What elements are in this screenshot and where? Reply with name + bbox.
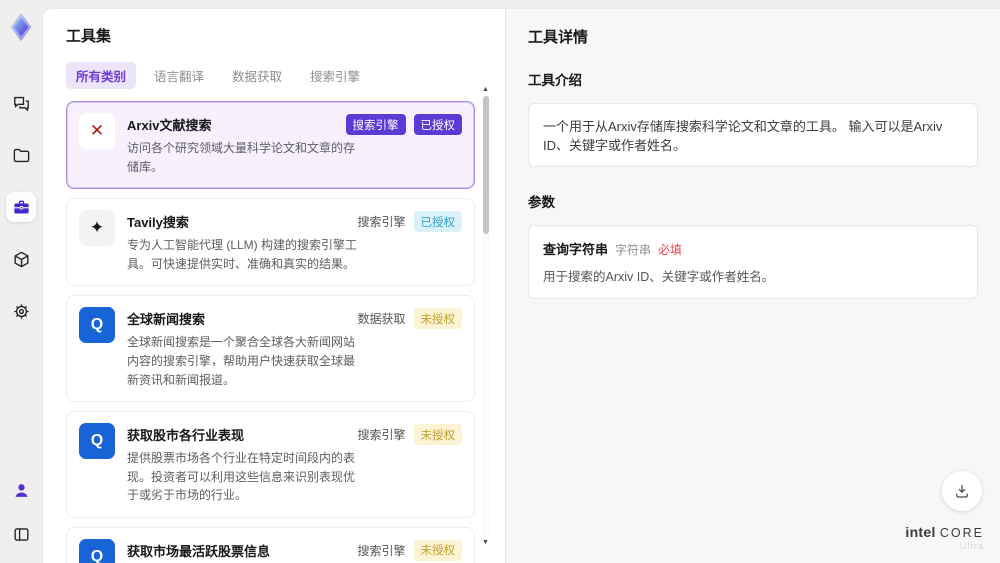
sidebar-item-settings[interactable] xyxy=(6,296,36,326)
tool-card[interactable]: 获取市场最活跃股票信息 提供当天交易量最高的股票列表，投资者可以利用这些信息来识… xyxy=(66,526,475,563)
parameter-name: 查询字符串 xyxy=(543,242,609,257)
tool-name: Arxiv文献搜索 xyxy=(127,118,212,133)
tool-status-badge: 未授权 xyxy=(413,308,462,330)
scroll-down-icon[interactable]: ▼ xyxy=(481,538,490,547)
tool-name: Tavily搜索 xyxy=(127,215,189,231)
parameter-desc: 用于搜索的Arxiv ID、关键字或作者姓名。 xyxy=(543,270,775,284)
tool-tags: 搜索引擎 已授权 xyxy=(357,211,462,233)
scrollbar-thumb[interactable] xyxy=(483,96,489,234)
left-icon-rail xyxy=(0,0,42,563)
tool-description: 访问各个研究领域大量科学论文和文章的存储库。 xyxy=(127,141,356,174)
tool-card[interactable]: 全球新闻搜索 全球新闻搜索是一个聚合全球各大新闻网站内容的搜索引擎，帮助用户快速… xyxy=(66,295,475,403)
page-title: 工具集 xyxy=(66,28,112,45)
brand-core: CORE xyxy=(939,525,984,540)
tool-description: 专为人工智能代理 (LLM) 构建的搜索引擎工具。可快速提供实时、准确和真实的结… xyxy=(127,238,358,271)
scrollbar-track[interactable] xyxy=(483,96,489,536)
brand-intel: intel xyxy=(905,523,936,540)
tool-category-label: 搜索引擎 xyxy=(345,114,406,135)
tool-description: 全球新闻搜索是一个聚合全球各大新闻网站内容的搜索引擎，帮助用户快速获取全球最新资… xyxy=(127,335,356,387)
tool-name: 获取股市各行业表现 xyxy=(127,428,245,444)
tool-status-badge: 已授权 xyxy=(413,114,462,135)
panel-toggle-icon xyxy=(13,527,29,541)
intel-core-logo: intel CORE Ultra xyxy=(905,525,984,552)
user-avatar-icon xyxy=(15,483,27,497)
tool-category-label: 数据获取 xyxy=(357,312,406,327)
toolbox-icon xyxy=(13,199,29,213)
tool-name: 全球新闻搜索 xyxy=(127,312,206,328)
tool-name: 获取市场最活跃股票信息 xyxy=(127,543,271,559)
tool-list: Arxiv文献搜索 访问各个研究领域大量科学论文和文章的存储库。 搜索引擎 已授… xyxy=(66,101,475,563)
parameter-card: 查询字符串 字符串 必填 用于搜索的Arxiv ID、关键字或作者姓名。 xyxy=(528,225,978,299)
tool-status-badge: 未授权 xyxy=(413,539,462,561)
arxiv-icon xyxy=(79,113,115,149)
tool-detail-panel: 工具详情 工具介绍 一个用于从Arxiv存储库搜索科学论文和文章的工具。 输入可… xyxy=(506,9,1000,563)
tool-category-label: 搜索引擎 xyxy=(357,428,406,443)
scroll-up-icon[interactable]: ▲ xyxy=(481,85,490,94)
qblue-icon xyxy=(79,538,115,563)
tool-list-panel: 工具集 所有类别语言翻译数据获取搜索引擎 Arxiv文献搜索 访问各个研究领域大… xyxy=(43,9,505,563)
sidebar-item-models[interactable] xyxy=(6,244,36,274)
category-tab[interactable]: 所有类别 xyxy=(66,62,137,89)
download-icon xyxy=(956,485,968,498)
chat-icon xyxy=(13,96,29,112)
category-tab[interactable]: 搜索引擎 xyxy=(300,62,370,89)
brand-ultra: Ultra xyxy=(959,541,984,551)
qblue-icon xyxy=(79,423,115,460)
sidebar-item-files[interactable] xyxy=(6,140,36,170)
app-logo-icon xyxy=(10,12,32,42)
download-button[interactable] xyxy=(942,471,982,511)
category-tabs: 所有类别 语言翻译 数据获取 搜索引擎 xyxy=(66,62,475,89)
tool-status-badge: 未授权 xyxy=(413,424,462,446)
tool-category-label: 搜索引擎 xyxy=(357,215,406,230)
tool-tags: 数据获取 未授权 xyxy=(357,308,462,330)
detail-title: 工具详情 xyxy=(528,29,589,46)
cube-icon xyxy=(13,251,29,267)
intro-heading: 工具介绍 xyxy=(528,73,582,88)
folder-icon xyxy=(13,148,29,162)
tool-tags: 搜索引擎 已授权 xyxy=(345,114,462,135)
tool-status-badge: 已授权 xyxy=(413,211,462,233)
qblue-icon xyxy=(79,307,115,344)
sidebar-item-tools[interactable] xyxy=(6,192,36,222)
tool-tags: 搜索引擎 未授权 xyxy=(357,539,462,561)
sidebar-item-collapse[interactable] xyxy=(6,519,36,549)
star-icon xyxy=(79,210,115,247)
sidebar-item-chat[interactable] xyxy=(6,88,36,118)
category-tab[interactable]: 数据获取 xyxy=(222,62,292,89)
tool-card[interactable]: Tavily搜索 专为人工智能代理 (LLM) 构建的搜索引擎工具。可快速提供实… xyxy=(66,198,475,287)
main-surface: 工具集 所有类别语言翻译数据获取搜索引擎 Arxiv文献搜索 访问各个研究领域大… xyxy=(42,8,1000,563)
parameter-type: 字符串 xyxy=(615,243,652,257)
list-scrollbar[interactable]: ▲ ▼ xyxy=(481,85,490,547)
parameter-required-badge: 必填 xyxy=(658,243,683,257)
sidebar-item-profile[interactable] xyxy=(6,475,36,505)
params-heading: 参数 xyxy=(528,195,555,210)
tool-description: 提供股票市场各个行业在特定时间段内的表现。投资者可以利用这些信息来识别表现优于或… xyxy=(127,451,356,503)
gear-icon xyxy=(13,303,29,319)
category-tab[interactable]: 语言翻译 xyxy=(144,62,214,89)
tool-card[interactable]: Arxiv文献搜索 访问各个研究领域大量科学论文和文章的存储库。 搜索引擎 已授… xyxy=(66,101,475,190)
tool-tags: 搜索引擎 未授权 xyxy=(357,424,462,446)
parameter-head: 查询字符串 字符串 必填 xyxy=(543,239,963,258)
intro-text: 一个用于从Arxiv存储库搜索科学论文和文章的工具。 输入可以是Arxiv ID… xyxy=(528,103,978,167)
tool-category-label: 搜索引擎 xyxy=(357,543,406,558)
tool-card[interactable]: 获取股市各行业表现 提供股票市场各个行业在特定时间段内的表现。投资者可以利用这些… xyxy=(66,411,475,518)
